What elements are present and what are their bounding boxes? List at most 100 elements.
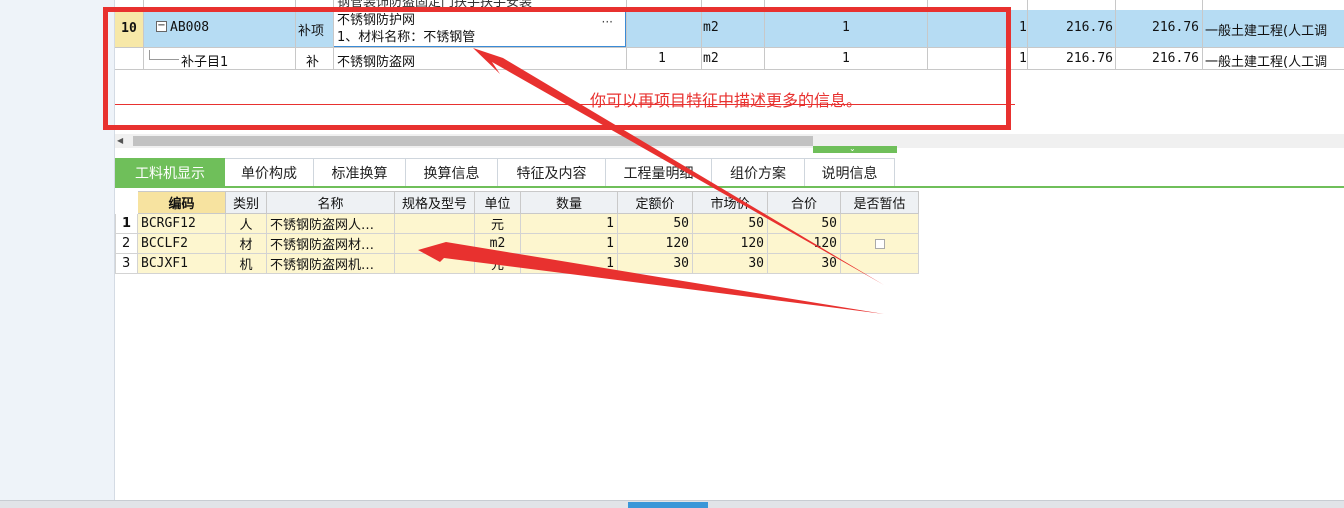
cell-total: 50 (767, 213, 841, 234)
cell-qty[interactable]: 1 (520, 253, 618, 274)
col-divider (764, 0, 765, 70)
header-unit[interactable]: 单位 (474, 191, 521, 214)
col-divider (701, 0, 702, 70)
cell-total: 30 (767, 253, 841, 274)
cell-spec[interactable] (394, 233, 475, 254)
header-market-price[interactable]: 市场价 (692, 191, 768, 214)
tab-6[interactable]: 组价方案 (712, 158, 805, 187)
col-divider (143, 0, 144, 70)
tab-7[interactable]: 说明信息 (805, 158, 895, 187)
row10-price[interactable]: 216.76 (1065, 20, 1113, 35)
cell-base-price[interactable]: 120 (617, 233, 693, 254)
cell-spec[interactable] (394, 213, 475, 234)
sub-row-quantity[interactable]: 1 (842, 51, 850, 66)
cell-name[interactable]: 不锈钢防盗网材… (266, 233, 395, 254)
tab-1[interactable]: 单价构成 (225, 158, 314, 187)
sub-row-price[interactable]: 216.76 (1065, 51, 1113, 66)
cell-spec[interactable] (394, 253, 475, 274)
col-divider (626, 0, 627, 70)
cell-unit[interactable]: m2 (474, 233, 521, 254)
header-qty[interactable]: 数量 (520, 191, 618, 214)
table-row-10[interactable]: 10 − AB008 补项 m2 1 1 216.76 216.76 一般土建工… (115, 10, 1344, 47)
tab-4[interactable]: 特征及内容 (498, 158, 606, 187)
row-divider (115, 47, 1344, 48)
cell-name[interactable]: 不锈钢防盗网人… (266, 213, 395, 234)
scroll-left-icon[interactable]: ◀ (117, 136, 127, 146)
col-divider (927, 0, 928, 70)
sub-row-tree-line (149, 50, 150, 59)
cell-code[interactable]: BCCLF2 (137, 233, 226, 254)
cell-unit[interactable]: 元 (474, 253, 521, 274)
estimate-checkbox[interactable] (874, 238, 885, 249)
header-kind[interactable]: 类别 (225, 191, 267, 214)
table-row[interactable]: 2 BCCLF2 材 不锈钢防盗网材… m2 1 120 120 120 (115, 233, 919, 254)
horizontal-scrollbar[interactable]: ◀ (115, 134, 1344, 148)
header-name[interactable]: 名称 (266, 191, 395, 214)
row10-type[interactable]: 补项 (298, 20, 324, 39)
sub-row-category[interactable]: 一般土建工程(人工调 (1205, 51, 1344, 70)
cell-estimate[interactable] (840, 253, 919, 274)
col-divider (333, 0, 334, 70)
sub-row-qty-extra[interactable]: 1 (1019, 51, 1027, 66)
detail-tabs: 工料机显示 单价构成 标准换算 换算信息 特征及内容 工程量明细 组价方案 说明信息 (115, 158, 895, 187)
sub-row-tree-branch (149, 59, 179, 60)
cell-code[interactable]: BCRGF12 (137, 213, 226, 234)
sub-row-total[interactable]: 216.76 (1149, 51, 1199, 66)
cell-base-price[interactable]: 30 (617, 253, 693, 274)
row10-qty-extra[interactable]: 1 (1019, 20, 1027, 35)
sub-row-unit[interactable]: m2 (703, 51, 719, 66)
cell-qty[interactable]: 1 (520, 213, 618, 234)
feature-line-1: 不锈钢防护网 (337, 13, 416, 28)
row-number: 3 (115, 253, 138, 274)
tab-5[interactable]: 工程量明细 (606, 158, 712, 187)
sub-row-code[interactable]: 补子目1 (181, 51, 228, 70)
cell-base-price[interactable]: 50 (617, 213, 693, 234)
header-estimate[interactable]: 是否暂估 (840, 191, 919, 214)
row-divider (115, 69, 1344, 70)
col-divider (1202, 0, 1203, 70)
row10-total[interactable]: 216.76 (1149, 20, 1199, 35)
header-total[interactable]: 合价 (767, 191, 841, 214)
more-button[interactable]: ··· (602, 14, 613, 31)
tab-2[interactable]: 标准换算 (314, 158, 406, 187)
cell-qty[interactable]: 1 (520, 233, 618, 254)
row10-category[interactable]: 一般土建工程(人工调 (1205, 20, 1344, 39)
labor-material-machine-grid: 编码 类别 名称 规格及型号 单位 数量 定额价 市场价 合价 是否暂估 1 B… (115, 191, 919, 274)
bottom-active-tab[interactable] (628, 502, 708, 508)
top-row-text: 钢管装饰防盗固定门扶手扶手安装 (337, 0, 533, 10)
table-row[interactable]: 1 BCRGF12 人 不锈钢防盗网人… 元 1 50 50 50 (115, 213, 919, 234)
item-feature-editor[interactable]: 不锈钢防护网 1、材料名称：不锈钢管 ··· (333, 11, 626, 47)
cell-kind[interactable]: 材 (225, 233, 267, 254)
header-spec[interactable]: 规格及型号 (394, 191, 475, 214)
cell-code[interactable]: BCJXF1 (137, 253, 226, 274)
cell-name[interactable]: 不锈钢防盗网机… (266, 253, 395, 274)
cell-market-price[interactable]: 50 (692, 213, 768, 234)
scrollbar-thumb[interactable] (133, 136, 813, 146)
cell-market-price[interactable]: 30 (692, 253, 768, 274)
panel-splitter-handle[interactable]: ⌄ (813, 144, 897, 153)
row10-quantity[interactable]: 1 (842, 20, 850, 35)
cell-estimate[interactable] (840, 213, 919, 234)
sub-row-name[interactable]: 不锈钢防盗网 (337, 51, 415, 70)
grid-header-row: 编码 类别 名称 规格及型号 单位 数量 定额价 市场价 合价 是否暂估 (115, 191, 919, 214)
header-corner (115, 191, 138, 214)
cell-unit[interactable]: 元 (474, 213, 521, 234)
cell-kind[interactable]: 人 (225, 213, 267, 234)
sub-row-type[interactable]: 补 (306, 51, 319, 70)
table-row[interactable]: 3 BCJXF1 机 不锈钢防盗网机… 元 1 30 30 30 (115, 253, 919, 274)
row10-code[interactable]: AB008 (170, 20, 209, 35)
cell-estimate[interactable] (840, 233, 919, 254)
feature-line-2: 1、材料名称：不锈钢管 (337, 30, 476, 45)
col-divider (1115, 0, 1116, 70)
tab-underline (115, 186, 1344, 188)
collapse-icon[interactable]: − (156, 21, 167, 32)
row10-unit[interactable]: m2 (703, 20, 719, 35)
sub-row-expr[interactable]: 1 (658, 51, 666, 66)
cell-kind[interactable]: 机 (225, 253, 267, 274)
header-code[interactable]: 编码 (137, 191, 226, 214)
cell-market-price[interactable]: 120 (692, 233, 768, 254)
tab-0[interactable]: 工料机显示 (115, 158, 225, 187)
cell-total: 120 (767, 233, 841, 254)
header-base-price[interactable]: 定额价 (617, 191, 693, 214)
tab-3[interactable]: 换算信息 (406, 158, 498, 187)
